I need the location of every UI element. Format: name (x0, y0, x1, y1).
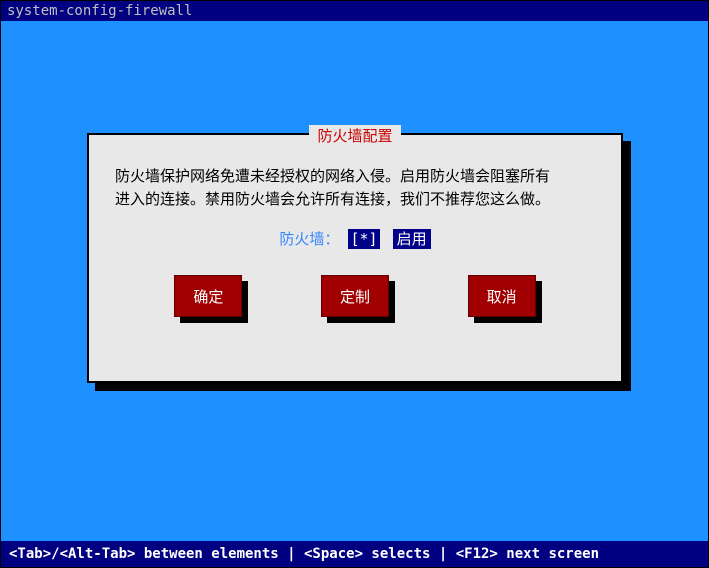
firewall-label: 防火墙： (279, 230, 339, 248)
cancel-button-label: 取消 (487, 286, 517, 307)
button-row: 确定 定制 取消 (115, 275, 595, 317)
dialog-description: 防火墙保护网络免遭未经授权的网络入侵。启用防火墙会阻塞所有 进入的连接。禁用防火… (115, 165, 595, 210)
customize-button-wrap: 定制 (321, 275, 389, 317)
ok-button-label: 确定 (193, 286, 223, 307)
cancel-button[interactable]: 取消 (468, 275, 536, 317)
ok-button[interactable]: 确定 (174, 275, 242, 317)
firewall-config-dialog: 防火墙配置 防火墙保护网络免遭未经授权的网络入侵。启用防火墙会阻塞所有 进入的连… (87, 133, 623, 383)
dialog-body: 防火墙保护网络免遭未经授权的网络入侵。启用防火墙会阻塞所有 进入的连接。禁用防火… (89, 135, 621, 337)
dialog-text-line2: 进入的连接。禁用防火墙会允许所有连接，我们不推荐您这么做。 (115, 188, 595, 211)
dialog-title-wrap: 防火墙配置 (89, 125, 621, 146)
firewall-checkbox-text: 启用 (393, 229, 431, 249)
customize-button-label: 定制 (340, 286, 370, 307)
cancel-button-wrap: 取消 (468, 275, 536, 317)
app-title: system-config-firewall (7, 3, 192, 19)
firewall-toggle-row: 防火墙： [*] 启用 (115, 228, 595, 249)
footer-text: <Tab>/<Alt-Tab> between elements | <Spac… (9, 546, 599, 562)
title-bar: system-config-firewall (1, 1, 708, 21)
firewall-checkbox[interactable]: [*] (348, 229, 379, 249)
customize-button[interactable]: 定制 (321, 275, 389, 317)
ok-button-wrap: 确定 (174, 275, 242, 317)
dialog-text-line1: 防火墙保护网络免遭未经授权的网络入侵。启用防火墙会阻塞所有 (115, 165, 595, 188)
dialog-title: 防火墙配置 (309, 125, 400, 146)
footer-hints: <Tab>/<Alt-Tab> between elements | <Spac… (1, 541, 708, 567)
